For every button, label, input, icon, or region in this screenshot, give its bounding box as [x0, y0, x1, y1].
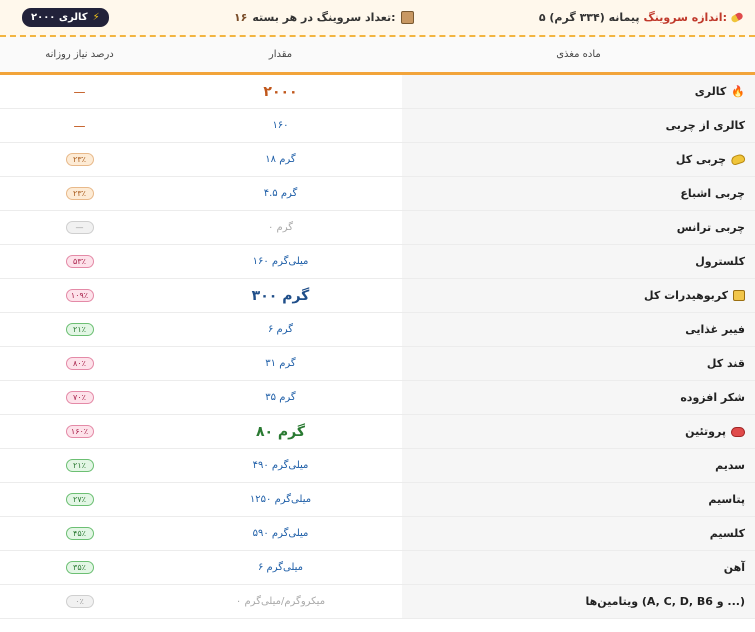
nutrient-amount: ۲۰۰۰ [263, 83, 298, 100]
table-row: چربی ترانس ۰ گرم — [0, 211, 755, 245]
daily-value-badge: ۱۰۹٪ [65, 289, 94, 302]
table-row: فیبر غذایی ۶ گرم ۲۱٪ [0, 313, 755, 347]
daily-value-badge: ۰٪ [65, 595, 94, 608]
daily-value-badge: ۳۵٪ [65, 561, 94, 574]
daily-value: — [73, 84, 86, 99]
table-row: پروتئین ۸۰ گرم ۱۶۰٪ [0, 415, 755, 449]
nutrient-name: سدیم [715, 459, 745, 472]
table-row: کلسیم ۵۹۰ میلی‌گرم ۴۵٪ [0, 517, 755, 551]
table-row: چربی اشباع ۴.۵ گرم ۲۳٪ [0, 177, 755, 211]
nutrition-table-body: 🔥 کالری ۲۰۰۰ — کالری از چربی ۱۶۰ — چربی ک… [0, 75, 755, 619]
nutrient-amount: ۱۶۰ [272, 120, 289, 131]
daily-value-badge: ۲۷٪ [65, 493, 94, 506]
table-row: چربی کل ۱۸ گرم ۲۳٪ [0, 143, 755, 177]
nutrient-name: پتاسیم [708, 493, 745, 506]
daily-value-badge: ۲۱٪ [65, 323, 94, 336]
serving-size-label: اندازه سروینگ: [643, 11, 727, 24]
table-row: کلسترول ۱۶۰ میلی‌گرم ۵۳٪ [0, 245, 755, 279]
calorie-badge-label: ۲۰۰۰ کالری [31, 12, 88, 23]
pill-icon [730, 11, 744, 24]
daily-value-badge: ۷۰٪ [65, 391, 94, 404]
table-row: کالری از چربی ۱۶۰ — [0, 109, 755, 143]
servings-count-label: تعداد سروینگ در هر بسته: [252, 11, 396, 24]
nutrient-amount: ۸۰ گرم [255, 423, 306, 440]
nutrient-amount: ۵۹۰ میلی‌گرم [252, 528, 309, 539]
nutrient-amount: ۶ میلی‌گرم [257, 562, 304, 573]
nutrient-name: قند کل [706, 357, 745, 370]
table-row: شکر افزوده ۳۵ گرم ۷۰٪ [0, 381, 755, 415]
table-row: ویتامین‌ها (A, C, D, B6 و ...) ۰ میکروگر… [0, 585, 755, 619]
nutrient-name: آهن [723, 561, 745, 574]
column-daily-value: درصد نیاز روزانه [45, 49, 114, 60]
nutrient-amount: ۱۲۵۰ میلی‌گرم [249, 494, 312, 505]
nutrient-name: ویتامین‌ها (A, C, D, B6 و ...) [585, 595, 745, 608]
nutrient-name: شکر افزوده [680, 391, 745, 404]
daily-value-badge: ۱۶۰٪ [65, 425, 94, 438]
nutrient-name: کالری [694, 85, 727, 98]
nutrient-amount: ۰ گرم [267, 222, 294, 233]
table-row: قند کل ۳۱ گرم ۸۰٪ [0, 347, 755, 381]
serving-header: اندازه سروینگ: ۵ پیمانه (۳۳۴ گرم) تعداد … [0, 0, 755, 37]
servings-count-value: ۱۶ [233, 11, 248, 24]
nutrient-name: چربی کل [675, 153, 726, 166]
nutrient-amount: ۶ گرم [267, 324, 294, 335]
nutrient-name: کربوهیدرات کل [644, 289, 728, 302]
nutrient-amount: ۳۱ گرم [265, 358, 296, 369]
daily-value-badge: ۸۰٪ [65, 357, 94, 370]
daily-value-badge: ۲۳٪ [65, 153, 94, 166]
daily-value-badge: ۴۵٪ [65, 527, 94, 540]
nutrient-name: کلسیم [709, 527, 745, 540]
nutrient-name: فیبر غذایی [685, 323, 745, 336]
table-row: 🔥 کالری ۲۰۰۰ — [0, 75, 755, 109]
daily-value-badge: ۲۱٪ [65, 459, 94, 472]
nutrient-amount: ۱۸ گرم [265, 154, 296, 165]
nutrient-name: چربی ترانس [676, 221, 745, 234]
nutrient-amount: ۳۵ گرم [265, 392, 296, 403]
calorie-badge[interactable]: ⚡ ۲۰۰۰ کالری [22, 8, 109, 27]
nutrient-name: کالری از چربی [665, 119, 745, 132]
daily-value-badge: — [65, 221, 94, 234]
fire-icon: 🔥 [731, 85, 745, 98]
box-icon [400, 11, 414, 24]
nutrient-amount: ۰ میکروگرم/میلی‌گرم [235, 596, 326, 607]
nutrient-name: چربی اشباع [680, 187, 745, 200]
daily-value: — [73, 118, 86, 133]
serving-size-value: ۵ پیمانه (۳۳۴ گرم) [538, 11, 640, 24]
nutrient-name: کلسترول [695, 255, 745, 268]
servings-per-package: تعداد سروینگ در هر بسته: ۱۶ [234, 11, 414, 24]
column-amount: مقدار [268, 49, 293, 60]
table-row: پتاسیم ۱۲۵۰ میلی‌گرم ۲۷٪ [0, 483, 755, 517]
table-row: سدیم ۴۹۰ میلی‌گرم ۲۱٪ [0, 449, 755, 483]
nutrient-name: پروتئین [685, 425, 726, 438]
table-row: آهن ۶ میلی‌گرم ۳۵٪ [0, 551, 755, 585]
table-header: ماده مغذی مقدار درصد نیاز روزانه [0, 37, 755, 75]
bread-icon [733, 290, 745, 301]
lightning-icon: ⚡ [92, 12, 100, 23]
nutrition-panel: اندازه سروینگ: ۵ پیمانه (۳۳۴ گرم) تعداد … [0, 0, 755, 632]
nutrient-amount: ۴.۵ گرم [263, 188, 298, 199]
nutrient-amount: ۳۰۰ گرم [251, 287, 310, 304]
serving-size: اندازه سروینگ: ۵ پیمانه (۳۳۴ گرم) [538, 11, 744, 24]
nutrient-amount: ۴۹۰ میلی‌گرم [252, 460, 309, 471]
butter-icon [729, 153, 747, 166]
table-row: کربوهیدرات کل ۳۰۰ گرم ۱۰۹٪ [0, 279, 755, 313]
daily-value-badge: ۲۳٪ [65, 187, 94, 200]
column-nutrient: ماده مغذی [556, 49, 601, 60]
meat-icon [731, 426, 745, 437]
daily-value-badge: ۵۳٪ [65, 255, 94, 268]
nutrient-amount: ۱۶۰ میلی‌گرم [252, 256, 309, 267]
